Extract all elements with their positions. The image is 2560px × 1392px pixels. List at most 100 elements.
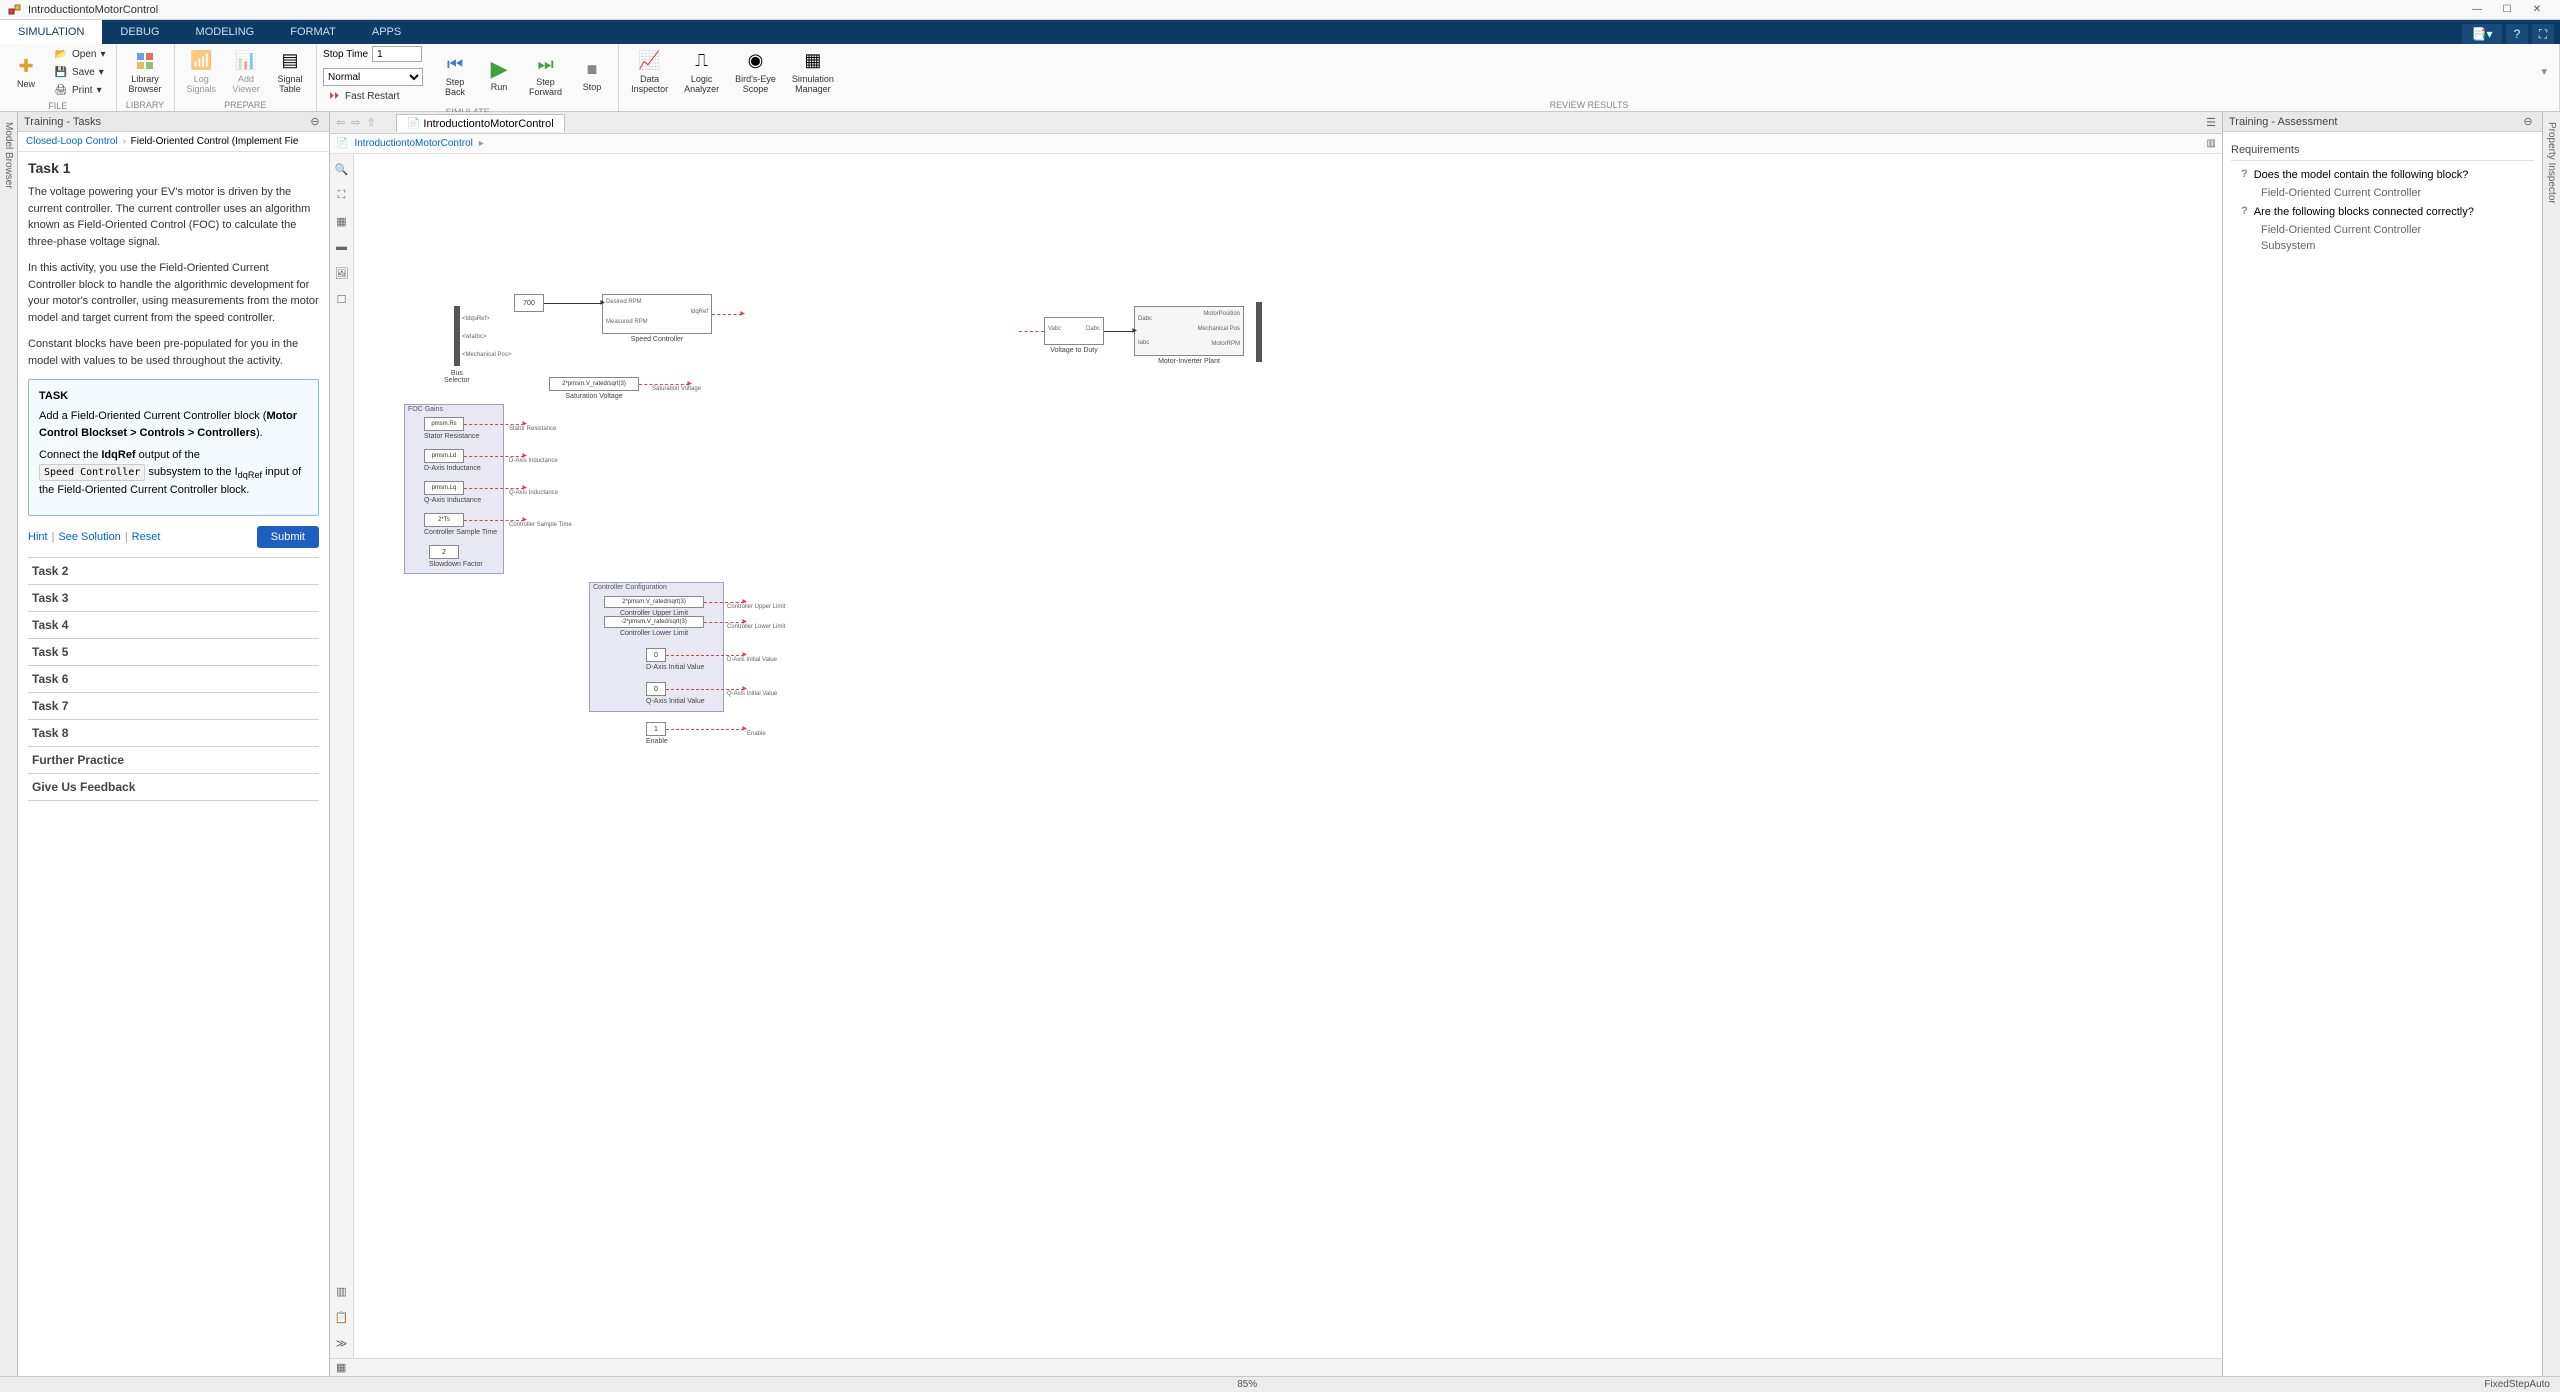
toolbar-fullscreen-icon[interactable]: ⛶ [2532, 24, 2554, 44]
tab-simulation[interactable]: SIMULATION [0, 20, 102, 44]
property-inspector-collapsed[interactable]: Property Inspector [2542, 112, 2560, 1376]
fast-restart-button[interactable]: ⏵⏵Fast Restart [323, 88, 423, 104]
signal-label: D-Axis Inductance [509, 458, 558, 464]
logic-analyzer-button[interactable]: ⎍ Logic Analyzer [678, 47, 725, 97]
bottom-tool-2-icon[interactable]: 📋 [333, 1308, 351, 1326]
block-label: Q-Axis Initial Value [646, 698, 705, 705]
open-button[interactable]: 📂Open ▾ [50, 46, 110, 62]
fit-view-icon[interactable]: ⛶ [333, 186, 351, 204]
task-row[interactable]: Task 7 [28, 692, 319, 720]
constant-block[interactable]: pmsm.Lq [424, 481, 464, 495]
constant-block[interactable]: 2*pmsm.V_rated/sqrt(3) [604, 596, 704, 608]
constant-block[interactable]: pmsm.Ld [424, 449, 464, 463]
run-button[interactable]: ▶ Run [479, 55, 519, 95]
task-box: TASK Add a Field-Oriented Current Contro… [28, 379, 319, 516]
data-inspector-button[interactable]: 📈 Data Inspector [625, 47, 674, 97]
canvas-crumb[interactable]: IntroductiontoMotorControl [354, 138, 472, 149]
submit-button[interactable]: Submit [257, 526, 319, 548]
hint-link[interactable]: Hint [28, 531, 48, 543]
toolbar-shortcuts-icon[interactable]: 📑▾ [2462, 24, 2502, 44]
task-row[interactable]: Task 8 [28, 719, 319, 747]
task-row[interactable]: Task 5 [28, 638, 319, 666]
constant-block[interactable]: 2*Ts [424, 513, 464, 527]
block-label: Slowdown Factor [429, 561, 483, 568]
comment-icon[interactable]: ▬ [333, 238, 351, 256]
task-row[interactable]: Task 3 [28, 584, 319, 612]
select-icon[interactable]: ☐ [333, 290, 351, 308]
stop-button[interactable]: ■ Stop [572, 55, 612, 95]
block-label: Controller Sample Time [424, 529, 497, 536]
task-paragraph: Constant blocks have been pre-populated … [28, 336, 319, 369]
constant-block[interactable]: 2 [429, 545, 459, 559]
constant-block[interactable]: 1 [646, 722, 666, 736]
stop-time-input[interactable] [372, 46, 422, 62]
stop-time-label: Stop Time [323, 49, 368, 60]
tab-format[interactable]: FORMAT [272, 20, 354, 44]
image-icon[interactable]: 🖼 [333, 264, 351, 282]
step-back-button[interactable]: ⏮ Step Back [435, 50, 475, 100]
tab-modeling[interactable]: MODELING [178, 20, 273, 44]
maximize-button[interactable]: ☐ [2492, 1, 2522, 19]
nav-icon[interactable]: ▦ [333, 212, 351, 230]
nav-back-icon[interactable]: ⇦ [336, 116, 345, 129]
view-toggle-icon[interactable]: ▥ [2207, 138, 2216, 149]
signal-line [464, 488, 524, 489]
window-title: IntroductiontoMotorControl [28, 4, 158, 16]
canvas-bottom-icon[interactable]: ▦ [336, 1361, 346, 1374]
question-icon: ? [2241, 205, 2248, 220]
new-button[interactable]: ✚ New [6, 52, 46, 92]
prepare-group-label: PREPARE [175, 99, 317, 111]
constant-block[interactable]: 0 [646, 682, 666, 696]
breadcrumb-link[interactable]: Closed-Loop Control [26, 136, 118, 147]
constant-block[interactable]: 2*pmsm.V_rated/sqrt(3) [549, 377, 639, 391]
assessment-minimize-icon[interactable]: ⊖ [2520, 114, 2536, 130]
print-button[interactable]: 🖨Print ▾ [50, 82, 110, 98]
logic-analyzer-icon: ⎍ [690, 49, 714, 73]
block-label: Stator Resistance [424, 433, 479, 440]
assessment-title: Training - Assessment [2229, 116, 2337, 128]
bottom-tool-1-icon[interactable]: ▥ [333, 1282, 351, 1300]
step-forward-button[interactable]: ⏭ Step Forward [523, 50, 568, 100]
toolstrip-expand-icon[interactable]: ▾ [2535, 46, 2553, 97]
simulink-canvas[interactable]: Bus Selector <IdqsRef> <wIaIbc> <Mechani… [354, 154, 2222, 1358]
sim-mode-select[interactable]: Normal [323, 68, 423, 86]
model-tab[interactable]: 📄 IntroductiontoMotorControl [396, 114, 565, 132]
task-row[interactable]: Task 6 [28, 665, 319, 693]
birds-eye-button[interactable]: ◉ Bird's-Eye Scope [729, 47, 782, 97]
reset-link[interactable]: Reset [132, 531, 161, 543]
voltage-to-duty-block[interactable]: Vabc Dabc [1044, 317, 1104, 345]
signal-line [464, 424, 524, 425]
nav-up-icon[interactable]: ⇧ [366, 116, 375, 129]
motor-inverter-block[interactable]: Dabc Iabc MotorPosition Mechanical Pos M… [1134, 306, 1244, 356]
save-button[interactable]: 💾Save ▾ [50, 64, 110, 80]
task-row[interactable]: Task 2 [28, 557, 319, 585]
signal-table-button[interactable]: ▤ Signal Table [270, 47, 310, 97]
add-viewer-button[interactable]: 📊 Add Viewer [226, 47, 266, 97]
bus-bar [454, 306, 460, 366]
sim-manager-button[interactable]: ▦ Simulation Manager [786, 47, 840, 97]
toolbar-help-icon[interactable]: ? [2506, 24, 2528, 44]
close-button[interactable]: ✕ [2522, 1, 2552, 19]
collapse-icon[interactable]: ≫ [333, 1334, 351, 1352]
model-browser-collapsed[interactable]: Model Browser [0, 112, 18, 1376]
library-browser-button[interactable]: Library Browser [123, 47, 168, 97]
nav-forward-icon[interactable]: ⇨ [351, 116, 360, 129]
see-solution-link[interactable]: See Solution [58, 531, 120, 543]
constant-block[interactable]: pmsm.Rs [424, 417, 464, 431]
minimize-button[interactable]: — [2462, 1, 2492, 19]
tasks-panel-minimize-icon[interactable]: ⊖ [307, 114, 323, 130]
tab-debug[interactable]: DEBUG [102, 20, 177, 44]
speed-controller-block[interactable]: Desired RPM Measured RPM IdqRef [602, 294, 712, 334]
constant-block[interactable]: 0 [646, 648, 666, 662]
constant-block[interactable]: 700 [514, 294, 544, 312]
constant-block[interactable]: -2*pmsm.V_rated/sqrt(3) [604, 616, 704, 628]
explorer-icon[interactable]: 🔍 [333, 160, 351, 178]
tab-apps[interactable]: APPS [354, 20, 419, 44]
view-options-icon[interactable]: ☰ [2206, 116, 2216, 129]
task-row[interactable]: Further Practice [28, 746, 319, 774]
task-row[interactable]: Give Us Feedback [28, 773, 319, 801]
task-row[interactable]: Task 4 [28, 611, 319, 639]
log-signals-button[interactable]: 📶 Log Signals [181, 47, 223, 97]
breadcrumb: Closed-Loop Control › Field-Oriented Con… [18, 132, 329, 152]
requirement-item: ? Are the following blocks connected cor… [2231, 202, 2534, 223]
